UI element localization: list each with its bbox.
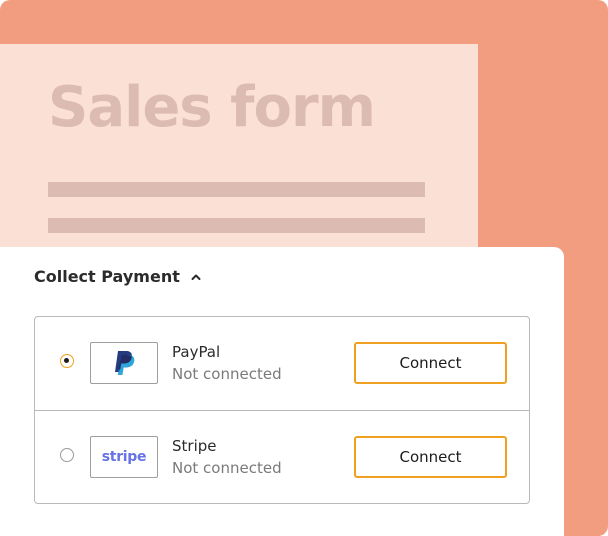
panel-title: Collect Payment [34, 267, 180, 286]
paypal-logo-icon [115, 351, 135, 375]
sales-form-title: Sales form [48, 75, 376, 140]
stripe-connect-button[interactable]: Connect [354, 436, 507, 478]
sales-form-preview: Sales form [0, 44, 478, 254]
provider-status: Not connected [172, 459, 282, 477]
placeholder-line [48, 182, 425, 197]
collect-payment-header[interactable]: Collect Payment [34, 267, 202, 286]
payment-option-stripe: stripe Stripe Not connected Connect [35, 411, 529, 504]
payment-options-list: PayPal Not connected Connect stripe Stri… [34, 316, 530, 504]
provider-status: Not connected [172, 365, 282, 383]
placeholder-line [48, 218, 425, 233]
chevron-up-icon[interactable] [190, 271, 202, 283]
paypal-connect-button[interactable]: Connect [354, 342, 507, 384]
paypal-radio[interactable] [60, 354, 74, 368]
paypal-logo [90, 342, 158, 384]
stripe-radio[interactable] [60, 448, 74, 462]
provider-name: PayPal [172, 343, 221, 361]
stripe-logo: stripe [90, 436, 158, 478]
payment-option-paypal: PayPal Not connected Connect [35, 317, 529, 411]
stripe-logo-text: stripe [101, 449, 147, 465]
collect-payment-panel: Collect Payment PayPal Not connected Con… [0, 247, 564, 536]
provider-name: Stripe [172, 437, 217, 455]
